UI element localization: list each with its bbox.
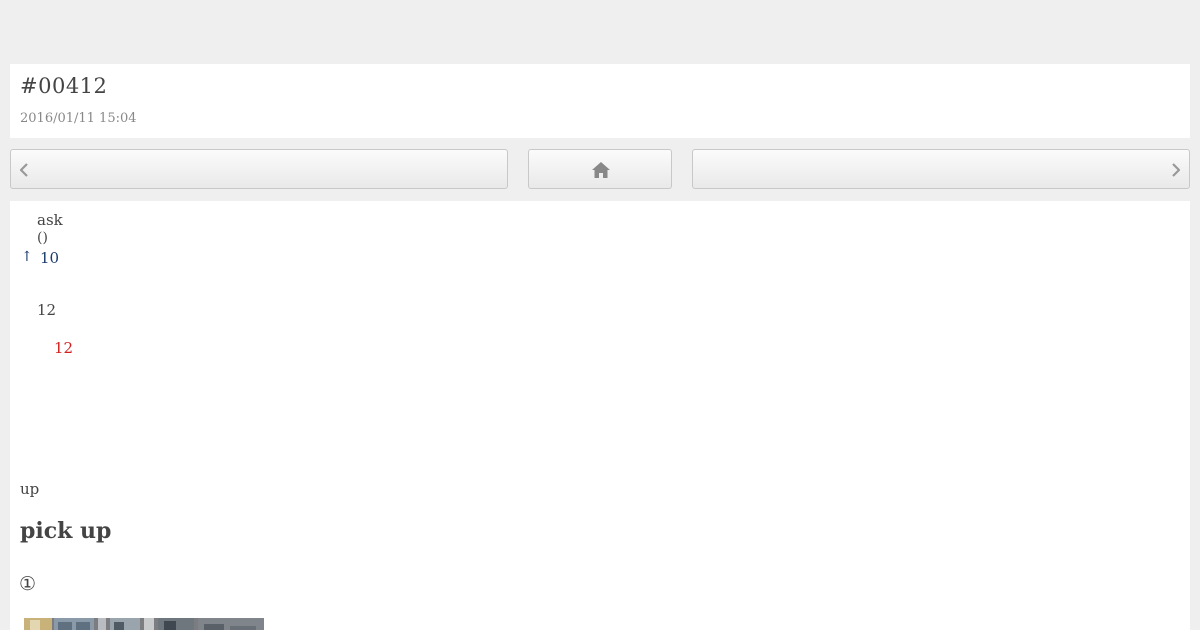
post-header: #00412 2016/01/11 15:04	[10, 64, 1190, 138]
up-arrow-icon[interactable]: ↑	[21, 249, 33, 265]
prev-button[interactable]	[10, 149, 508, 189]
ask-link[interactable]: ask	[37, 211, 63, 229]
ask-count: ()	[37, 230, 48, 246]
page: #00412 2016/01/11 15:04 ask () ↑ 10 12 1…	[0, 0, 1200, 630]
up-count[interactable]: 10	[40, 249, 59, 267]
photo-thumbnail[interactable]	[24, 618, 264, 630]
up-label: up	[20, 480, 40, 498]
post-id: #00412	[20, 74, 108, 98]
number-label: 12	[37, 301, 57, 319]
post-date: 2016/01/11 15:04	[20, 111, 137, 126]
number-highlight: 12	[54, 339, 74, 357]
home-button[interactable]	[528, 149, 672, 189]
home-icon	[592, 162, 610, 178]
next-button[interactable]	[692, 149, 1190, 189]
chevron-right-icon	[1172, 163, 1181, 177]
chevron-left-icon	[19, 163, 28, 177]
pick-up-heading: pick up	[20, 518, 112, 544]
post-content: ask () ↑ 10 12 12 up pick up ①	[10, 201, 1190, 630]
circled-number: ①	[19, 573, 37, 595]
photo-image	[24, 618, 264, 630]
